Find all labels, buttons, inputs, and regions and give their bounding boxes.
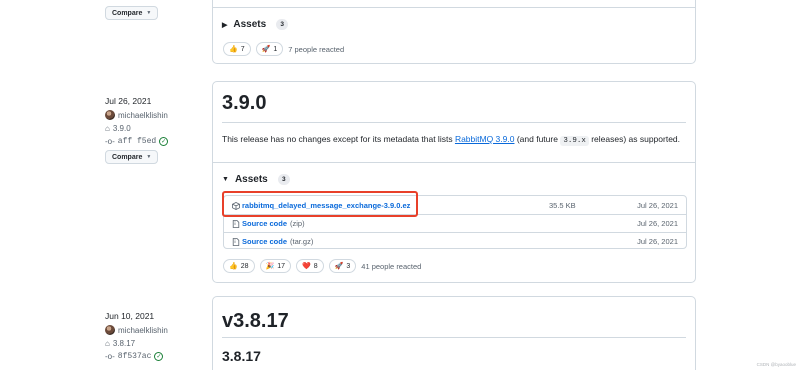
tag-link[interactable]: ⌂ 3.8.17	[105, 339, 168, 348]
asset-date: Jul 26, 2021	[637, 237, 678, 246]
reaction-thumbs-up[interactable]: 👍 7	[223, 42, 251, 56]
reaction-thumbs-up[interactable]: 👍 28	[223, 259, 255, 273]
release-date: Jul 26, 2021	[105, 96, 152, 106]
reaction-rocket[interactable]: 🚀 1	[255, 42, 284, 56]
tag-icon: ⌂	[105, 124, 110, 133]
release-meta-3817: Jun 10, 2021 michaelklishin ⌂ 3.8.17 -o-…	[105, 311, 168, 361]
reaction-rocket[interactable]: 🚀 3	[328, 259, 357, 273]
asset-link[interactable]: Source code	[242, 219, 287, 228]
triangle-right-icon: ▶	[222, 21, 228, 29]
release-title[interactable]: v3.8.17	[222, 310, 289, 333]
watermark: CSDN @byaooblue	[756, 362, 796, 367]
avatar	[105, 110, 115, 120]
assets-toggle[interactable]: ▶ Assets 3	[222, 19, 289, 30]
release-subtitle: 3.8.17	[222, 348, 261, 364]
avatar	[105, 325, 115, 335]
asset-row[interactable]: Source code (tar.gz) Jul 26, 2021	[224, 233, 686, 250]
reacted-count-text: 7 people reacted	[288, 44, 345, 54]
asset-date: Jul 26, 2021	[637, 201, 678, 210]
commit-icon: -o-	[105, 137, 115, 146]
file-zip-icon	[232, 219, 240, 228]
assets-count-badge: 3	[277, 174, 290, 185]
reactions-bar: 👍 28 🎉 17 ❤️ 8 🚀 3 41 people reacted	[223, 259, 421, 273]
chevron-down-icon: ▼	[146, 154, 152, 160]
commit-icon: -o-	[105, 352, 115, 361]
commit-link[interactable]: -o- aff f5ed ✓	[105, 137, 169, 146]
author-link[interactable]: michaelklishin	[105, 110, 168, 120]
assets-count-badge: 3	[276, 19, 289, 30]
compare-button[interactable]: Compare ▼	[105, 150, 159, 164]
verified-check-icon[interactable]: ✓	[154, 352, 164, 361]
assets-toggle[interactable]: ▼ Assets 3	[222, 174, 290, 185]
rabbitmq-link[interactable]: RabbitMQ 3.9.0	[455, 134, 515, 144]
asset-row[interactable]: Source code (zip) Jul 26, 2021	[224, 215, 686, 232]
release-card-previous: ▶ Assets 3 👍 7 🚀 1 7 people reacted	[212, 0, 696, 64]
annotation-highlight-box	[222, 191, 418, 217]
commit-link[interactable]: -o- 8f537ac ✓	[105, 352, 168, 361]
reaction-heart[interactable]: ❤️ 8	[296, 259, 324, 273]
author-link[interactable]: michaelklishin	[105, 325, 168, 335]
tag-icon: ⌂	[105, 339, 110, 348]
asset-size: 35.5 KB	[549, 201, 576, 210]
release-title[interactable]: 3.9.0	[222, 92, 266, 115]
release-date: Jun 10, 2021	[105, 311, 155, 321]
chevron-down-icon: ▼	[146, 10, 152, 16]
asset-link[interactable]: Source code	[242, 237, 287, 246]
reacted-count-text: 41 people reacted	[361, 261, 422, 271]
release-card-3817: v3.8.17 3.8.17	[212, 296, 696, 370]
reaction-hooray[interactable]: 🎉 17	[259, 259, 292, 273]
reactions-bar: 👍 7 🚀 1 7 people reacted	[223, 42, 344, 56]
release-meta-390: Jul 26, 2021 michaelklishin ⌂ 3.9.0 -o- …	[105, 96, 169, 164]
release-description: This release has no changes except for i…	[222, 134, 681, 146]
release-card-390: 3.9.0 This release has no changes except…	[212, 81, 696, 283]
compare-button[interactable]: Compare ▼	[105, 6, 159, 20]
triangle-down-icon: ▼	[222, 176, 229, 183]
tag-link[interactable]: ⌂ 3.9.0	[105, 124, 168, 133]
file-zip-icon	[232, 237, 240, 246]
verified-check-icon[interactable]: ✓	[159, 137, 169, 146]
asset-date: Jul 26, 2021	[637, 219, 678, 228]
